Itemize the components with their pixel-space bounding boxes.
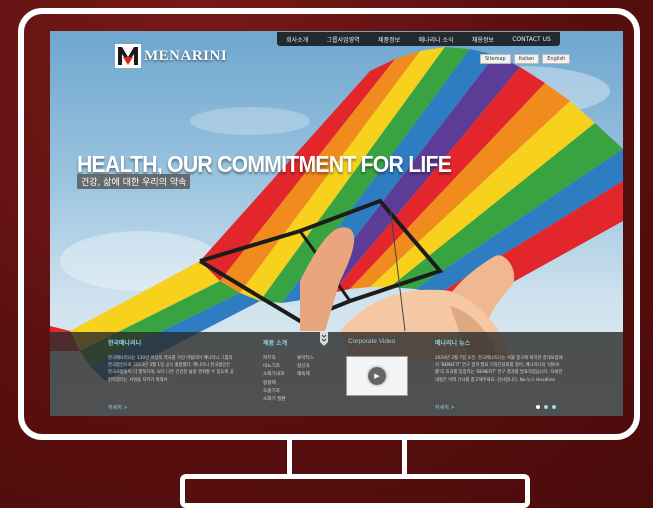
monitor-neck (287, 440, 407, 474)
nav-item-products[interactable]: 제품정보 (378, 35, 400, 44)
menarini-m-logo-icon (115, 44, 141, 68)
product-link[interactable]: 정신과 (297, 363, 314, 371)
product-link[interactable]: 항생제 (263, 380, 297, 388)
product-link[interactable]: 류마티스 (297, 355, 314, 363)
product-link[interactable]: 소화기내과 (263, 371, 297, 379)
products-column: 제품 소개 피부과 비뇨기과 소화기내과 항생제 호흡기과 소화기 질환 류마티… (263, 338, 333, 404)
video-title: Corporate Video (348, 338, 396, 345)
english-link[interactable]: English (542, 54, 571, 64)
about-title: 한국메나리니 (108, 340, 142, 347)
carousel-dot[interactable] (536, 405, 540, 409)
italian-link[interactable]: Italian (513, 54, 540, 64)
nav-item-company[interactable]: 회사소개 (286, 35, 308, 44)
carousel-dots (536, 405, 560, 409)
nav-item-careers[interactable]: 채용정보 (472, 35, 494, 44)
products-list-2: 류마티스 정신과 해독제 (297, 355, 314, 404)
hero-subheadline: 건강, 삶에 대한 우리의 약속 (77, 174, 191, 189)
product-link[interactable]: 해독제 (297, 371, 314, 379)
nav-item-business[interactable]: 그룹사업영역 (327, 35, 360, 44)
chevron-down-icon (320, 332, 328, 346)
product-link[interactable]: 호흡기과 (263, 388, 297, 396)
news-body: 2020년 3월 7일 오전, 한국메나리니는 서울 중구에 위치한 중대포럼에… (435, 356, 563, 383)
main-nav: 회사소개 그룹사업영역 제품정보 메나리니 소식 채용정보 CONTACT US (277, 32, 560, 46)
product-link[interactable]: 소화기 질환 (263, 396, 297, 404)
play-icon[interactable]: ▶ (366, 365, 388, 387)
monitor-base (180, 474, 530, 508)
news-column: 메나리니 뉴스 2020년 3월 7일 오전, 한국메나리니는 서울 중구에 위… (435, 338, 565, 384)
product-link[interactable]: 비뇨기과 (263, 363, 297, 371)
video-column: Corporate Video (348, 338, 418, 345)
website-screen: MENARINI 회사소개 그룹사업영역 제품정보 메나리니 소식 채용정보 C… (50, 31, 623, 416)
corporate-video-thumbnail[interactable]: ▶ (346, 356, 408, 396)
language-links: Sitemap Italian English (477, 54, 571, 64)
sitemap-link[interactable]: Sitemap (480, 54, 511, 64)
bottom-info-panel: 한국메나리니 한국메나리니는 130년 이상의 역사를 가진 이탈리아 메나리니… (50, 332, 623, 416)
product-link[interactable]: 피부과 (263, 355, 297, 363)
nav-item-news[interactable]: 메나리니 소식 (418, 35, 453, 44)
carousel-dot[interactable] (552, 405, 556, 409)
menarini-logo[interactable]: MENARINI (115, 44, 227, 68)
news-title: 메나리니 뉴스 (435, 340, 471, 347)
about-body: 한국메나리니는 130년 이상의 역사를 가진 이탈리아 메나리니 그룹의 한국… (108, 356, 234, 383)
about-more-link[interactable]: 자세히 > (108, 404, 128, 411)
carousel-dot[interactable] (544, 405, 548, 409)
nav-item-contact[interactable]: CONTACT US (512, 36, 551, 43)
about-column: 한국메나리니 한국메나리니는 130년 이상의 역사를 가진 이탈리아 메나리니… (108, 338, 234, 384)
brand-name: MENARINI (144, 47, 228, 64)
news-more-link[interactable]: 자세히 > (435, 404, 455, 411)
products-list-1: 피부과 비뇨기과 소화기내과 항생제 호흡기과 소화기 질환 (263, 355, 297, 404)
